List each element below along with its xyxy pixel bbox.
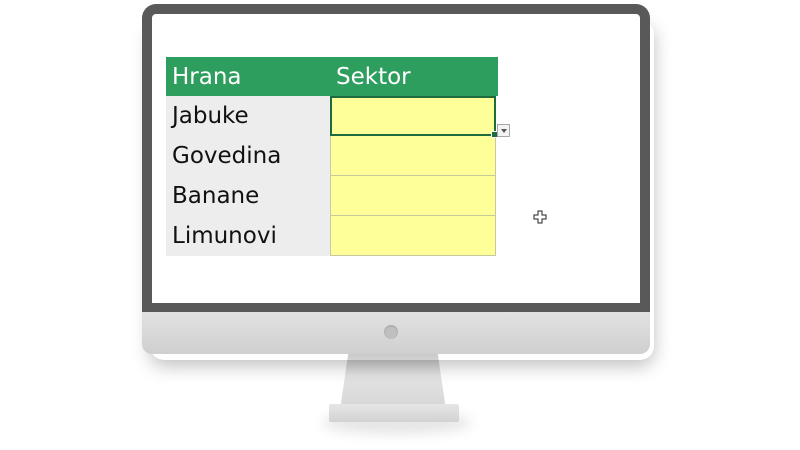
table-row: Govedina (166, 136, 498, 176)
food-cell[interactable]: Limunovi (166, 216, 330, 256)
sector-cell[interactable] (330, 136, 496, 176)
table-row: Limunovi (166, 216, 498, 256)
dropdown-button[interactable] (497, 124, 510, 137)
monitor-screen: Hrana Sektor Jabuke Govedina Banane Limu… (152, 14, 640, 303)
table-row: Banane (166, 176, 498, 216)
sector-cell[interactable] (330, 216, 496, 256)
header-food[interactable]: Hrana (166, 57, 330, 96)
table-row: Jabuke (166, 96, 498, 138)
header-sector[interactable]: Sektor (330, 57, 496, 96)
chevron-down-icon (500, 128, 507, 133)
monitor-stand-base (329, 404, 459, 422)
spreadsheet-table: Hrana Sektor Jabuke Govedina Banane Limu… (166, 57, 498, 256)
sector-cell[interactable] (330, 176, 496, 216)
monitor-stand-neck (340, 352, 446, 410)
food-cell[interactable]: Banane (166, 176, 330, 216)
plus-cursor-icon (533, 210, 547, 224)
monitor-logo-icon (384, 325, 398, 339)
sector-cell-active[interactable] (330, 96, 498, 138)
table-header-row: Hrana Sektor (166, 57, 498, 96)
food-cell[interactable]: Jabuke (166, 96, 330, 136)
stage: Hrana Sektor Jabuke Govedina Banane Limu… (0, 0, 800, 450)
food-cell[interactable]: Govedina (166, 136, 330, 176)
